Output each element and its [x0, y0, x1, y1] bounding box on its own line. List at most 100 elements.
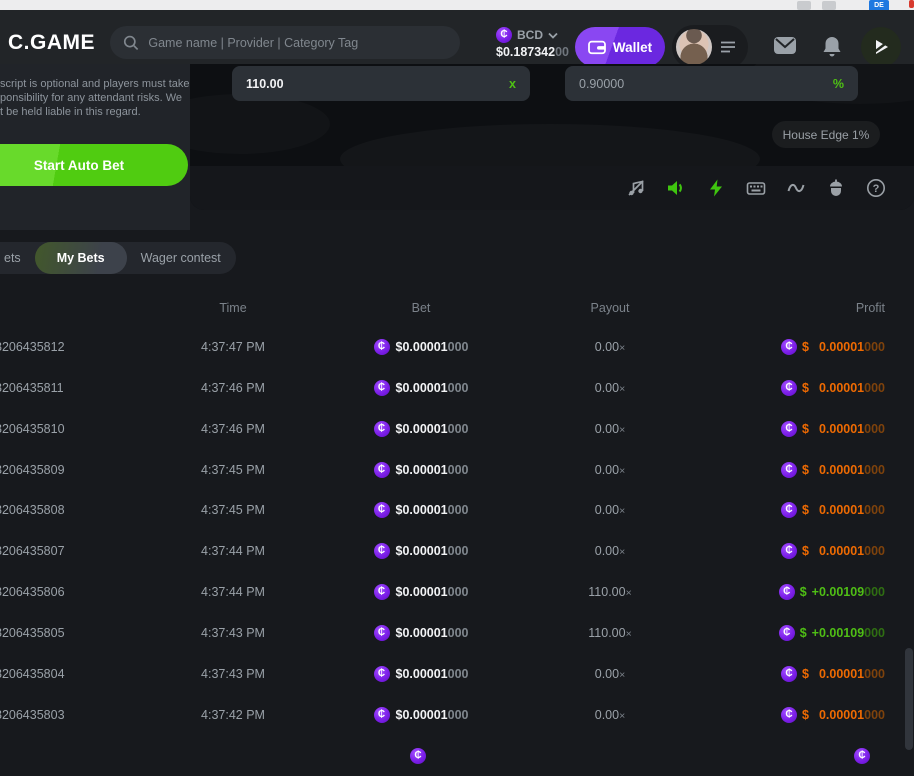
header-payout: Payout	[530, 301, 690, 315]
tab-all-bets[interactable]: ets	[0, 251, 35, 265]
browser-edge-strip: DE	[0, 0, 914, 10]
bet-amount: ₵ $0.00001000	[341, 421, 501, 437]
bet-time: 4:37:44 PM	[153, 585, 313, 599]
currency-selector[interactable]: ₵ BCD $0.18734200	[496, 27, 581, 59]
bet-row[interactable]: 8206435808 4:37:45 PM ₵ $0.00001000 0.00…	[0, 490, 914, 531]
bet-amount: ₵ $0.00001000	[341, 707, 501, 723]
multiplier-x-suffix[interactable]: x	[509, 77, 516, 91]
bcd-coin-icon: ₵	[374, 421, 390, 437]
win-chance-field[interactable]: %	[565, 66, 858, 101]
bet-time: 4:37:45 PM	[153, 503, 313, 517]
bet-profit: ₵ $0.00001000	[675, 421, 885, 437]
game-panel: x % House Edge 1%	[190, 64, 914, 210]
win-chance-input[interactable]	[579, 77, 825, 91]
bet-payout: 0.00×	[530, 381, 690, 395]
bcd-coin-icon: ₵	[374, 707, 390, 723]
bet-payout: 0.00×	[530, 503, 690, 517]
bet-row[interactable]: ₵ ₵	[0, 735, 914, 776]
bet-row[interactable]: 8206435803 4:37:42 PM ₵ $0.00001000 0.00…	[0, 694, 914, 735]
avatar[interactable]	[676, 29, 712, 65]
bcd-coin-icon: ₵	[781, 380, 797, 396]
bet-id: 8206435803	[0, 708, 155, 722]
scrollbar-thumb[interactable]	[905, 648, 913, 750]
wallet-icon	[588, 39, 606, 55]
seed-fairness-icon[interactable]	[826, 178, 846, 198]
bcd-coin-icon: ₵	[781, 339, 797, 355]
turbo-bolt-icon[interactable]	[706, 178, 726, 198]
bcd-coin-icon: ₵	[779, 625, 795, 641]
top-navigation-bar: C.GAME ₵ BCD $0.18734200 Wallet	[0, 10, 914, 64]
bcd-coin-icon: ₵	[496, 27, 512, 43]
wallet-balance: $0.18734200	[496, 45, 581, 59]
currency-code: BCD	[517, 28, 543, 42]
bet-row[interactable]: 8206435809 4:37:45 PM ₵ $0.00001000 0.00…	[0, 449, 914, 490]
search-input[interactable]	[148, 36, 448, 50]
bcd-coin-icon: ₵	[781, 462, 797, 478]
bet-payout: 0.00×	[530, 463, 690, 477]
bet-row[interactable]: 8206435811 4:37:46 PM ₵ $0.00001000 0.00…	[0, 367, 914, 408]
bet-amount: ₵ $0.00001000	[341, 625, 501, 641]
bet-payout: 0.00×	[530, 340, 690, 354]
translate-extension-badge[interactable]: DE	[869, 0, 889, 10]
bet-time: 4:37:47 PM	[153, 340, 313, 354]
bet-row[interactable]: 8206435812 4:37:47 PM ₵ $0.00001000 0.00…	[0, 327, 914, 368]
site-logo[interactable]: C.GAME	[8, 31, 95, 55]
bet-row[interactable]: 8206435806 4:37:44 PM ₵ $0.00001000 110.…	[0, 572, 914, 613]
tab-my-bets[interactable]: My Bets	[35, 242, 127, 274]
bet-row[interactable]: 8206435810 4:37:46 PM ₵ $0.00001000 0.00…	[0, 408, 914, 449]
bet-id: 8206435808	[0, 503, 155, 517]
chevron-down-icon	[548, 32, 558, 39]
bet-time: 4:37:46 PM	[153, 381, 313, 395]
bet-profit: ₵ $+0.00109000	[675, 584, 885, 600]
notifications-bell-icon[interactable]	[822, 36, 842, 58]
bet-row[interactable]: 8206435804 4:37:43 PM ₵ $0.00001000 0.00…	[0, 653, 914, 694]
browser-profile-icon[interactable]	[822, 1, 836, 10]
bet-amount: ₵ $0.00001000	[341, 666, 501, 682]
header-bet: Bet	[341, 301, 501, 315]
game-graphic-shape	[190, 94, 330, 154]
bcd-coin-icon: ₵	[374, 666, 390, 682]
bet-profit: ₵ $0.00001000	[675, 502, 885, 518]
messages-icon[interactable]	[773, 36, 797, 55]
game-search[interactable]	[110, 26, 460, 59]
bet-row[interactable]: 8206435807 4:37:44 PM ₵ $0.00001000 0.00…	[0, 531, 914, 572]
percent-suffix[interactable]: %	[833, 77, 844, 91]
sound-on-icon[interactable]	[666, 178, 686, 198]
menu-icon	[720, 40, 736, 54]
bet-profit: ₵ $0.00001000	[675, 462, 885, 478]
quick-spin-icon[interactable]	[861, 27, 901, 67]
bet-payout: 0.00×	[530, 544, 690, 558]
bet-payout: 0.00×	[530, 667, 690, 681]
search-icon	[122, 33, 140, 53]
bcd-coin-icon: ₵	[374, 543, 390, 559]
music-off-icon[interactable]	[626, 178, 646, 198]
tab-wager-contest[interactable]: Wager contest	[127, 251, 235, 265]
user-profile-menu[interactable]	[672, 25, 748, 69]
help-icon[interactable]: ?	[866, 178, 886, 198]
payout-multiplier-field[interactable]: x	[232, 66, 530, 101]
bcd-coin-icon: ₵	[781, 421, 797, 437]
bcd-coin-icon: ₵	[781, 666, 797, 682]
header-profit: Profit	[675, 301, 885, 315]
bet-amount: ₵ $0.00001000	[341, 339, 501, 355]
start-auto-bet-button[interactable]: Start Auto Bet	[0, 144, 188, 186]
header-time: Time	[153, 301, 313, 315]
bet-amount: ₵ $0.00001000	[341, 380, 501, 396]
bet-time: 4:37:45 PM	[153, 463, 313, 477]
hotkeys-keyboard-icon[interactable]	[746, 178, 766, 198]
browser-extension-icon[interactable]	[797, 1, 811, 10]
live-stats-icon[interactable]	[786, 178, 806, 198]
bet-controls-sidebar: script is optional and players must take…	[0, 64, 190, 230]
script-disclaimer-text: script is optional and players must take…	[0, 78, 190, 119]
bet-time: 4:37:42 PM	[153, 708, 313, 722]
bet-row[interactable]: 8206435805 4:37:43 PM ₵ $0.00001000 110.…	[0, 613, 914, 654]
wallet-button[interactable]: Wallet	[575, 27, 665, 67]
bet-id: 8206435809	[0, 463, 155, 477]
bcd-coin-icon: ₵	[374, 625, 390, 641]
multiplier-input[interactable]	[246, 77, 501, 91]
bets-table-body: 8206435812 4:37:47 PM ₵ $0.00001000 0.00…	[0, 327, 914, 751]
bet-payout: 110.00×	[530, 626, 690, 640]
bet-time: 4:37:43 PM	[153, 626, 313, 640]
bcd-coin-icon: ₵	[781, 707, 797, 723]
bets-tabs: ets My Bets Wager contest	[0, 242, 236, 274]
